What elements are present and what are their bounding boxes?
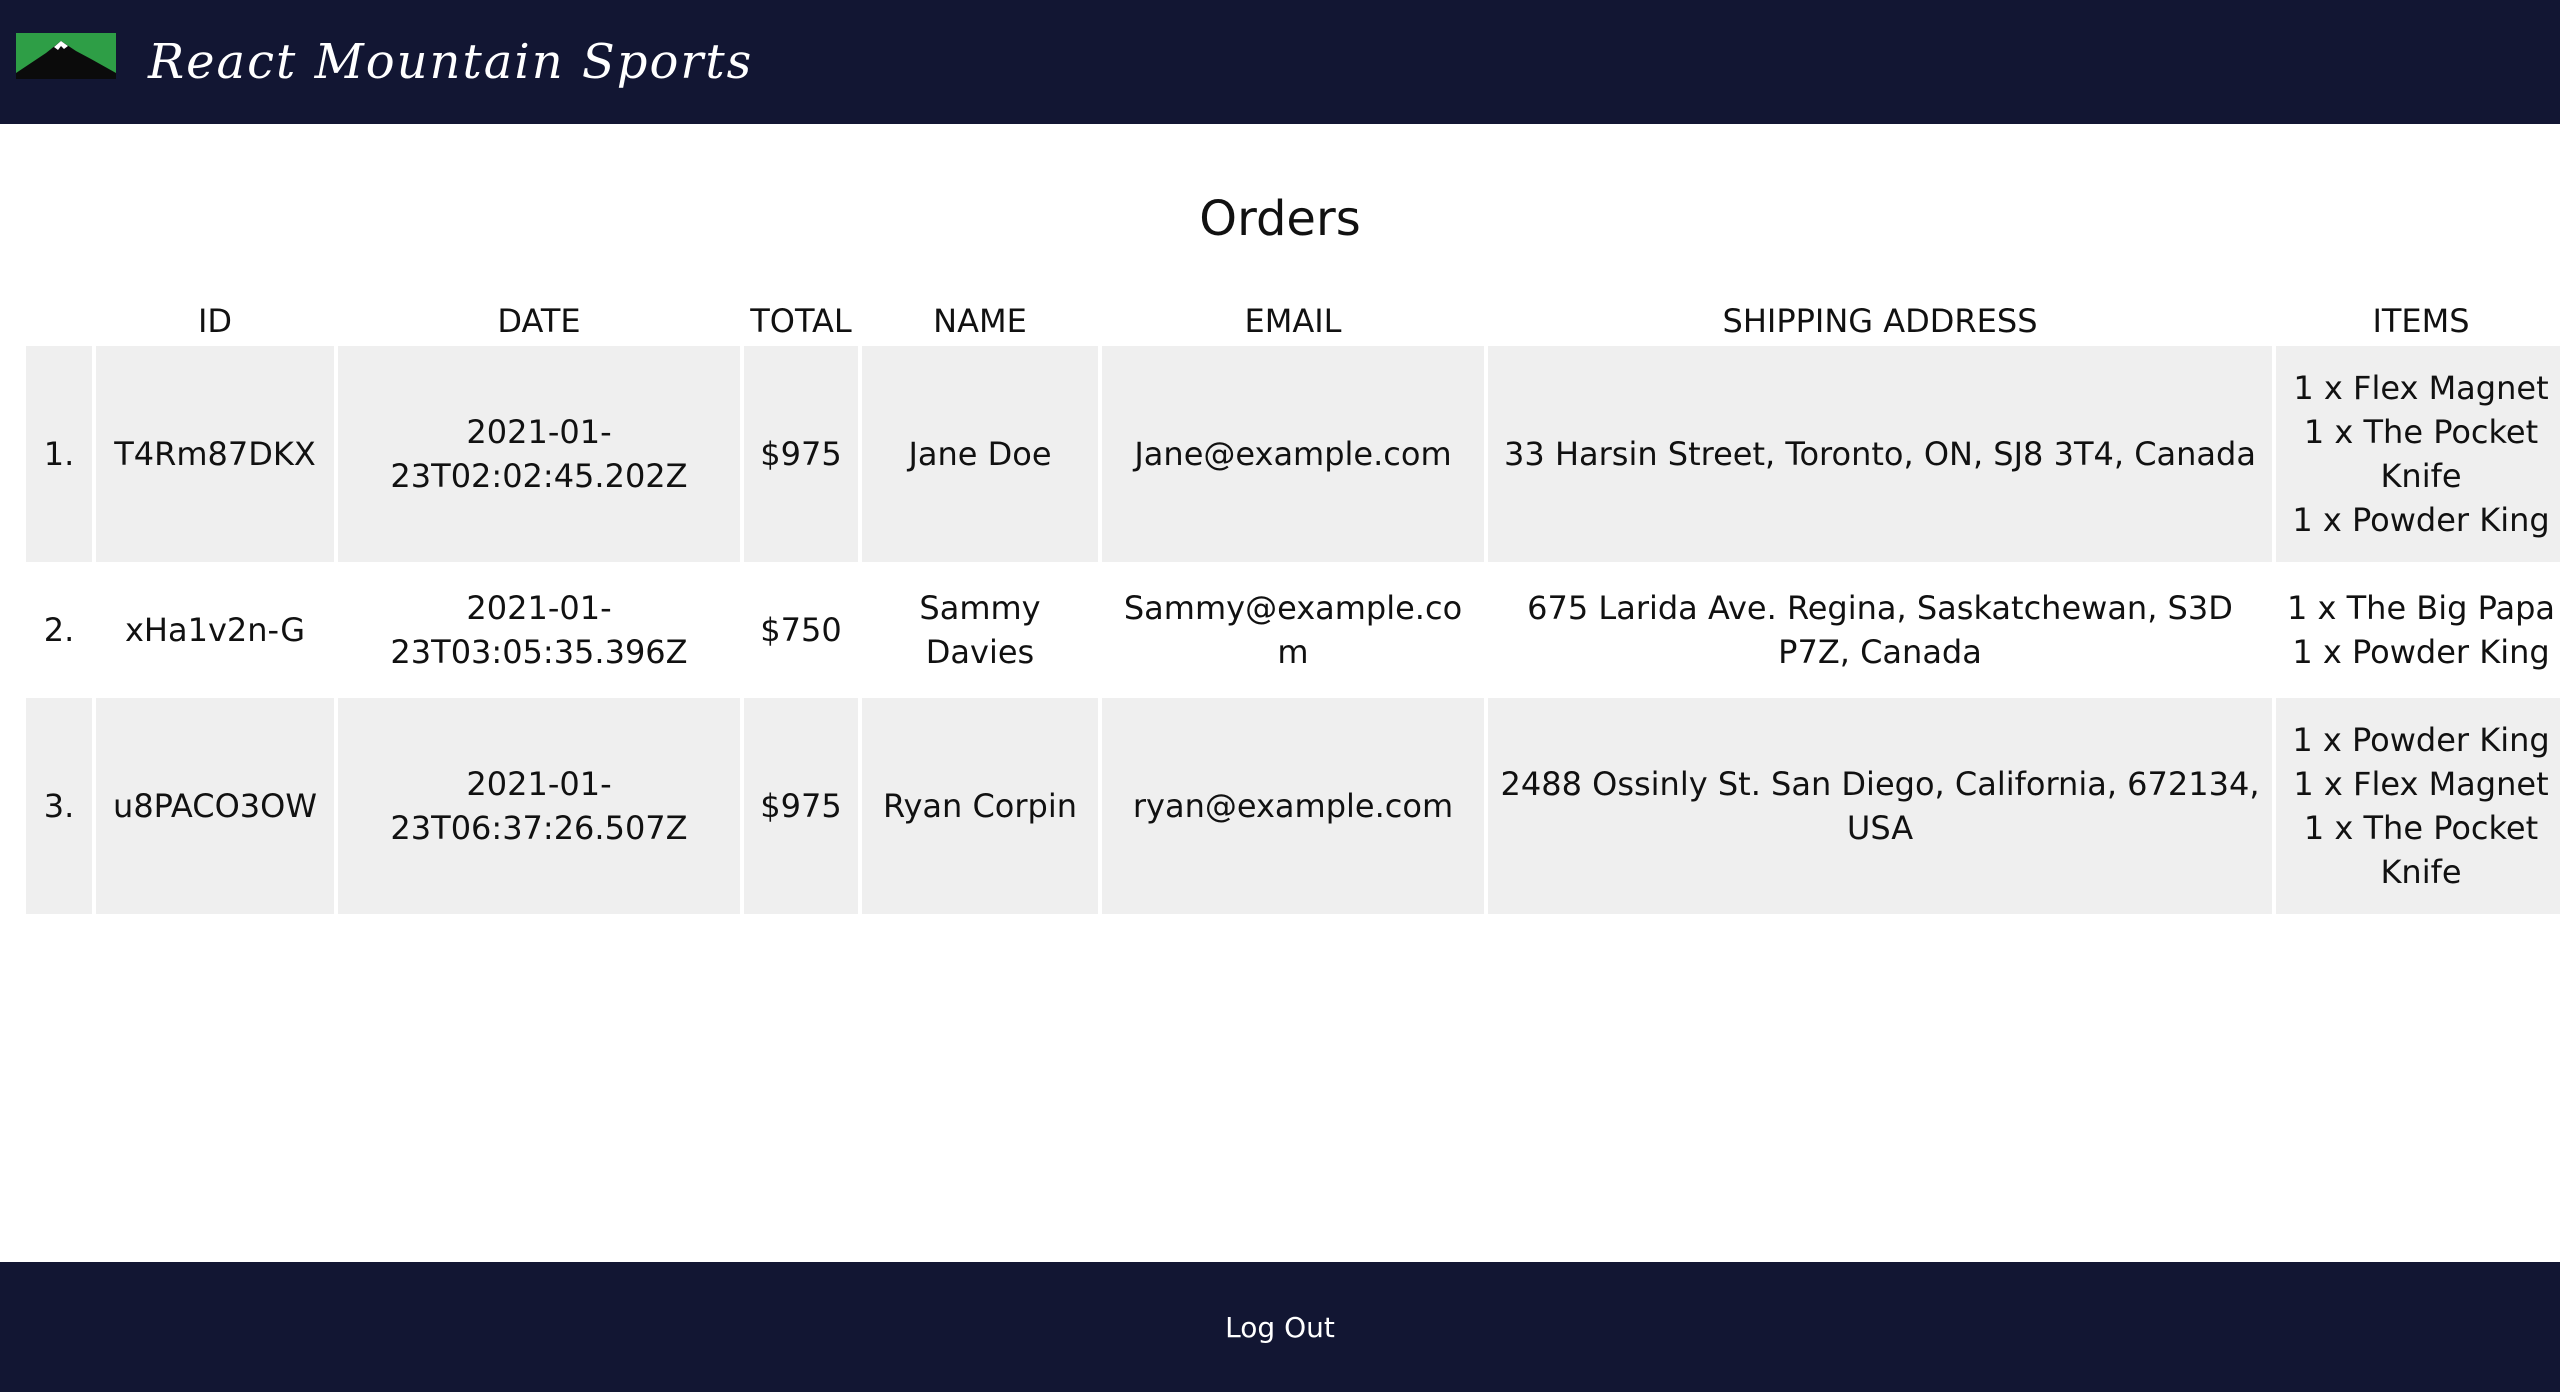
cell-id: T4Rm87DKX: [96, 346, 334, 562]
cell-index: 1.: [26, 346, 92, 562]
column-header-index: [26, 296, 92, 346]
cell-email: Jane@example.com: [1102, 346, 1484, 562]
cell-id: u8PACO3OW: [96, 698, 334, 914]
item-line: 1 x The Pocket Knife: [2303, 809, 2539, 891]
column-header-items: ITEMS: [2372, 302, 2470, 340]
column-header-total: TOTAL: [750, 302, 852, 340]
item-line: 1 x Flex Magnet: [2293, 765, 2549, 803]
item-line: 1 x Flex Magnet: [2293, 369, 2549, 407]
table-row: 2. xHa1v2n-G 2021-01-23T03:05:35.396Z $7…: [26, 562, 2560, 698]
cell-shipping-address: 2488 Ossinly St. San Diego, California, …: [1488, 698, 2272, 914]
table-header-row: ID DATE TOTAL NAME EMAIL SHIPPING ADDRES…: [26, 296, 2560, 346]
cell-date: 2021-01-23T06:37:26.507Z: [338, 698, 740, 914]
column-header-email: EMAIL: [1244, 302, 1342, 340]
cell-shipping-address: 675 Larida Ave. Regina, Saskatchewan, S3…: [1488, 562, 2272, 698]
cell-index: 2.: [26, 562, 92, 698]
item-line: 1 x The Big Papa: [2286, 589, 2556, 627]
brand-title[interactable]: React Mountain Sports: [148, 24, 753, 100]
cell-total: $750: [744, 562, 858, 698]
cell-total: $975: [744, 346, 858, 562]
cell-name: Ryan Corpin: [862, 698, 1098, 914]
item-line: 1 x Powder King: [2292, 721, 2550, 759]
item-line: 1 x Powder King: [2292, 501, 2550, 539]
column-header-id: ID: [197, 302, 233, 340]
cell-id: xHa1v2n-G: [96, 562, 334, 698]
cell-email: Sammy@example.com: [1102, 562, 1484, 698]
top-navbar: React Mountain Sports: [0, 0, 2560, 124]
column-header-date: DATE: [497, 302, 581, 340]
cell-items: 1 x The Big Papa 1 x Powder King: [2276, 562, 2560, 698]
cell-shipping-address: 33 Harsin Street, Toronto, ON, SJ8 3T4, …: [1488, 346, 2272, 562]
logout-button[interactable]: Log Out: [1180, 1306, 1380, 1350]
cell-index: 3.: [26, 698, 92, 914]
table-row: 3. u8PACO3OW 2021-01-23T06:37:26.507Z $9…: [26, 698, 2560, 914]
cell-date: 2021-01-23T03:05:35.396Z: [338, 562, 740, 698]
item-line: 1 x Powder King: [2292, 633, 2550, 671]
cell-items: 1 x Flex Magnet 1 x The Pocket Knife 1 x…: [2276, 346, 2560, 562]
column-header-shipping-address: SHIPPING ADDRESS: [1722, 302, 2038, 340]
mountain-logo-icon[interactable]: [16, 33, 116, 79]
item-line: 1 x The Pocket Knife: [2303, 413, 2539, 495]
cell-date: 2021-01-23T02:02:45.202Z: [338, 346, 740, 562]
column-header-name: NAME: [933, 302, 1027, 340]
cell-name: Jane Doe: [862, 346, 1098, 562]
table-row: 1. T4Rm87DKX 2021-01-23T02:02:45.202Z $9…: [26, 346, 2560, 562]
page-title: Orders: [1199, 191, 1361, 247]
cell-email: ryan@example.com: [1102, 698, 1484, 914]
footer-bar: Log Out: [0, 1262, 2560, 1392]
orders-table: ID DATE TOTAL NAME EMAIL SHIPPING ADDRES…: [22, 296, 2560, 914]
cell-name: Sammy Davies: [862, 562, 1098, 698]
cell-total: $975: [744, 698, 858, 914]
cell-items: 1 x Powder King 1 x Flex Magnet 1 x The …: [2276, 698, 2560, 914]
